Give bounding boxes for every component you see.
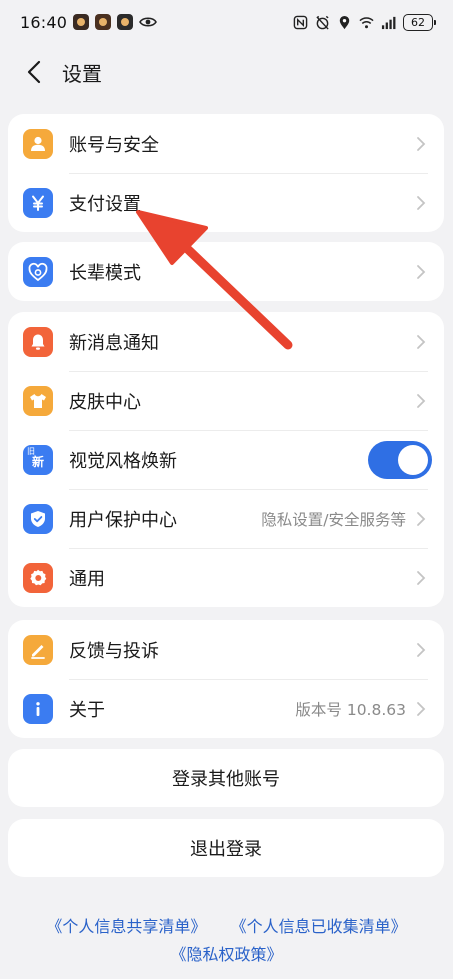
settings-item-about[interactable]: 关于 版本号 10.8.63 <box>8 679 444 738</box>
toggle-knob <box>398 444 428 475</box>
settings-item-label: 用户保护中心 <box>69 509 177 531</box>
chevron-right-icon <box>417 195 426 210</box>
settings-group-general: 新消息通知 皮肤中心 旧 新 视觉风格焕新 用户保护中心 隐私设置/安全服务等 … <box>8 312 444 607</box>
logout-button[interactable]: 退出登录 <box>8 819 444 877</box>
settings-item-label: 关于 <box>69 699 105 721</box>
settings-item-label: 反馈与投诉 <box>69 640 159 662</box>
settings-item-user-protection[interactable]: 用户保护中心 隐私设置/安全服务等 <box>8 489 444 548</box>
visual-style-toggle[interactable] <box>368 440 432 479</box>
elder-heart-icon <box>23 256 53 287</box>
settings-item-visual-style[interactable]: 旧 新 视觉风格焕新 <box>8 430 444 489</box>
chevron-right-icon <box>417 570 426 585</box>
bell-icon <box>23 326 53 357</box>
settings-item-account-security[interactable]: 账号与安全 <box>8 114 444 173</box>
status-time: 16:40 <box>20 12 68 32</box>
chevron-right-icon <box>417 393 426 408</box>
page-title: 设置 <box>62 61 102 86</box>
icon-text-new: 新 <box>32 454 45 469</box>
settings-item-payment[interactable]: 支付设置 <box>8 173 444 232</box>
location-icon <box>339 15 350 29</box>
user-icon <box>23 128 53 159</box>
chevron-right-icon <box>417 264 426 279</box>
chevron-right-icon <box>417 642 426 657</box>
info-icon <box>23 693 53 724</box>
settings-item-general[interactable]: 通用 <box>8 548 444 607</box>
chevron-right-icon <box>417 334 426 349</box>
settings-group-account: 账号与安全 支付设置 <box>8 114 444 232</box>
settings-item-feedback[interactable]: 反馈与投诉 <box>8 620 444 679</box>
settings-group-about: 反馈与投诉 关于 版本号 10.8.63 <box>8 620 444 738</box>
privacy-policy-link[interactable]: 《隐私权政策》 <box>170 941 282 969</box>
settings-item-skin-center[interactable]: 皮肤中心 <box>8 371 444 430</box>
notification-app-icon <box>73 14 90 30</box>
settings-item-label: 长辈模式 <box>69 262 141 284</box>
chevron-right-icon <box>417 136 426 151</box>
gear-icon <box>23 562 53 593</box>
chevron-right-icon <box>417 511 426 526</box>
settings-item-label: 账号与安全 <box>69 134 159 156</box>
wifi-icon <box>359 16 374 28</box>
settings-item-label: 新消息通知 <box>69 332 159 354</box>
collected-list-link[interactable]: 《个人信息已收集清单》 <box>231 913 407 941</box>
pen-icon <box>23 634 53 665</box>
switch-account-button[interactable]: 登录其他账号 <box>8 749 444 807</box>
battery-indicator: 62 <box>403 13 436 31</box>
yen-icon <box>23 187 53 218</box>
back-button[interactable] <box>10 48 58 96</box>
navigation-bar: 设置 <box>0 48 453 96</box>
settings-item-label: 视觉风格焕新 <box>69 450 177 472</box>
old-new-icon: 旧 新 <box>23 444 53 475</box>
settings-item-label: 通用 <box>69 568 105 590</box>
nfc-icon <box>293 15 308 29</box>
status-bar: 16:40 62 <box>0 0 453 44</box>
chevron-right-icon <box>417 701 426 716</box>
alarm-off-icon <box>316 15 329 30</box>
settings-item-elder-mode[interactable]: 长辈模式 <box>8 242 444 301</box>
notification-app-icon <box>95 14 112 30</box>
shield-check-icon <box>23 503 53 534</box>
settings-item-value: 版本号 10.8.63 <box>295 700 406 719</box>
eye-icon <box>139 17 158 27</box>
chevron-left-icon <box>27 60 41 84</box>
shirt-icon <box>23 385 53 416</box>
signal-icon <box>381 16 396 29</box>
footer-links: 《个人信息共享清单》 《个人信息已收集清单》 《隐私权政策》 <box>0 913 453 969</box>
settings-item-label: 皮肤中心 <box>69 391 141 413</box>
settings-item-notifications[interactable]: 新消息通知 <box>8 312 444 371</box>
settings-item-label: 支付设置 <box>69 193 141 215</box>
settings-group-elder: 长辈模式 <box>8 242 444 301</box>
shared-list-link[interactable]: 《个人信息共享清单》 <box>46 913 206 941</box>
notification-app-icon <box>117 14 134 30</box>
settings-item-value: 隐私设置/安全服务等 <box>261 510 406 529</box>
